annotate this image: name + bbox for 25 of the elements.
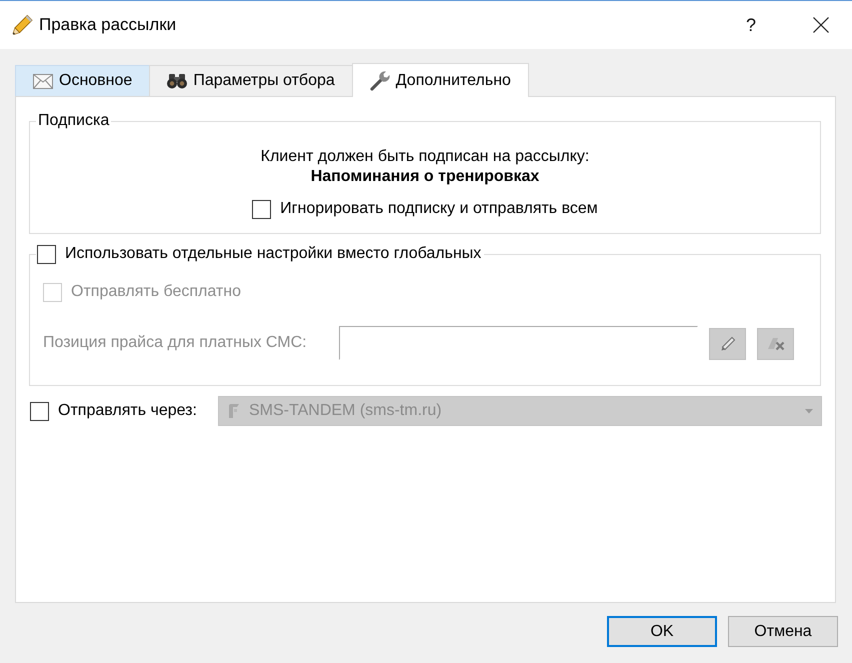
help-button[interactable]: ? xyxy=(728,2,774,48)
dialog-button[interactable]: Отмена xyxy=(728,616,838,647)
checkbox-label[interactable]: Использовать отдельные настройки вместо глобальных xyxy=(65,245,482,263)
pencil-icon xyxy=(12,14,33,36)
checkbox[interactable] xyxy=(252,200,272,218)
binoculars-icon xyxy=(166,73,188,89)
checkbox-label[interactable]: Игнорировать подписку и отправлять всем xyxy=(280,200,598,218)
logo-icon xyxy=(228,403,240,419)
tab[interactable]: Основное xyxy=(15,65,150,96)
mailing-name: Напоминания о тренировках xyxy=(310,167,540,187)
checkbox[interactable] xyxy=(30,402,49,420)
tab[interactable]: Параметры отбора xyxy=(149,65,353,96)
tab[interactable]: Дополнительно xyxy=(352,63,529,97)
subscription-message: Клиент должен быть подписан на рассылку: xyxy=(260,147,590,167)
wrench-icon xyxy=(368,70,391,92)
checkbox-label[interactable]: Отправлять через: xyxy=(58,402,197,420)
close-icon xyxy=(813,17,829,33)
price-position-label: Позиция прайса для платных СМС: xyxy=(43,334,308,352)
checkbox[interactable] xyxy=(37,244,56,264)
eraser-icon xyxy=(766,336,786,352)
dialog-button[interactable]: OK xyxy=(607,616,717,647)
caret-icon xyxy=(805,408,813,414)
group-title: Подписка xyxy=(37,112,110,130)
pencil-icon xyxy=(720,336,736,352)
window-title: Правка рассылки xyxy=(39,15,176,35)
